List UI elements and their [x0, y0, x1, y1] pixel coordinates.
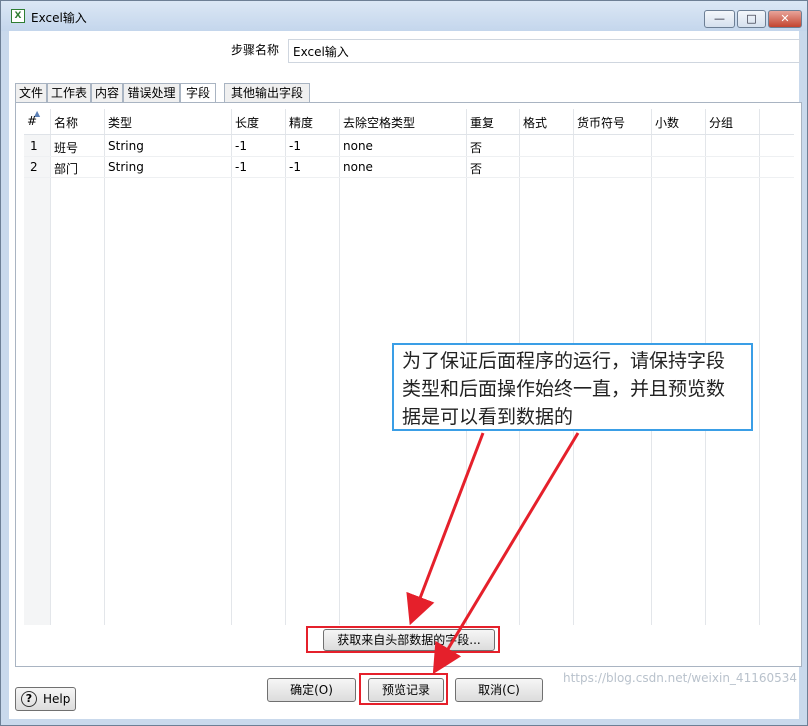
annotation-callout: 为了保证后面程序的运行，请保持字段类型和后面操作始终一直，并且预览数据是可以看到… — [392, 343, 753, 431]
watermark: https://blog.csdn.net/weixin_41160534 — [563, 671, 798, 685]
table-row[interactable]: 2 部门 String -1 -1 none 否 — [24, 157, 794, 178]
ok-button[interactable]: 确定(O) — [267, 678, 356, 702]
column-header[interactable]: 名称 — [54, 114, 78, 131]
field-name-cell[interactable]: 班号 — [54, 139, 78, 156]
step-name-label: 步骤名称 — [231, 43, 280, 57]
tab-fields[interactable]: 字段 — [180, 83, 216, 104]
minimize-button[interactable]: — — [704, 10, 735, 28]
field-trim-type-cell[interactable]: none — [343, 160, 373, 174]
field-precision-cell[interactable]: -1 — [289, 139, 301, 153]
row-number: 1 — [30, 139, 38, 153]
column-header[interactable]: 去除空格类型 — [343, 114, 415, 131]
tab-error-handling[interactable]: 错误处理 — [123, 83, 180, 103]
table-header: ▲ # 名称 类型 长度 精度 去除空格类型 重复 格式 货币符号 小数 分组 — [24, 109, 794, 135]
column-header[interactable]: 分组 — [709, 114, 733, 131]
window-title: Excel输入 — [31, 11, 87, 25]
cancel-button[interactable]: 取消(C) — [455, 678, 543, 702]
row-number-column — [24, 135, 50, 625]
field-type-cell[interactable]: String — [108, 160, 144, 174]
help-button[interactable]: ? Help — [15, 687, 76, 711]
row-number: 2 — [30, 160, 38, 174]
step-name-input[interactable] — [288, 39, 800, 63]
table-row[interactable]: 1 班号 String -1 -1 none 否 — [24, 136, 794, 157]
field-trim-type-cell[interactable]: none — [343, 139, 373, 153]
column-header[interactable]: 重复 — [470, 114, 494, 131]
tab-other-output-fields[interactable]: 其他输出字段 — [224, 83, 310, 103]
column-header[interactable]: 长度 — [235, 114, 259, 131]
field-repeat-cell[interactable]: 否 — [470, 139, 482, 156]
highlight-preview-box — [359, 673, 448, 705]
field-length-cell[interactable]: -1 — [235, 139, 247, 153]
column-header[interactable]: 精度 — [289, 114, 313, 131]
maximize-button[interactable]: □ — [737, 10, 766, 28]
column-header[interactable]: 格式 — [523, 114, 547, 131]
column-header[interactable]: # — [27, 114, 37, 128]
column-header[interactable]: 货币符号 — [577, 114, 625, 131]
column-header[interactable]: 小数 — [655, 114, 679, 131]
field-precision-cell[interactable]: -1 — [289, 160, 301, 174]
title-bar[interactable]: X Excel输入 — □ ✕ — [1, 1, 807, 31]
tab-worksheet[interactable]: 工作表 — [47, 83, 91, 103]
field-type-cell[interactable]: String — [108, 139, 144, 153]
help-icon: ? — [21, 691, 37, 707]
tab-file[interactable]: 文件 — [15, 83, 47, 103]
field-length-cell[interactable]: -1 — [235, 160, 247, 174]
help-label: Help — [43, 692, 71, 706]
column-header[interactable]: 类型 — [108, 114, 132, 131]
close-button[interactable]: ✕ — [768, 10, 802, 28]
excel-file-icon: X — [11, 9, 25, 23]
tab-content[interactable]: 内容 — [91, 83, 123, 103]
field-repeat-cell[interactable]: 否 — [470, 160, 482, 177]
field-name-cell[interactable]: 部门 — [54, 160, 78, 177]
highlight-get-fields-box — [306, 626, 500, 653]
